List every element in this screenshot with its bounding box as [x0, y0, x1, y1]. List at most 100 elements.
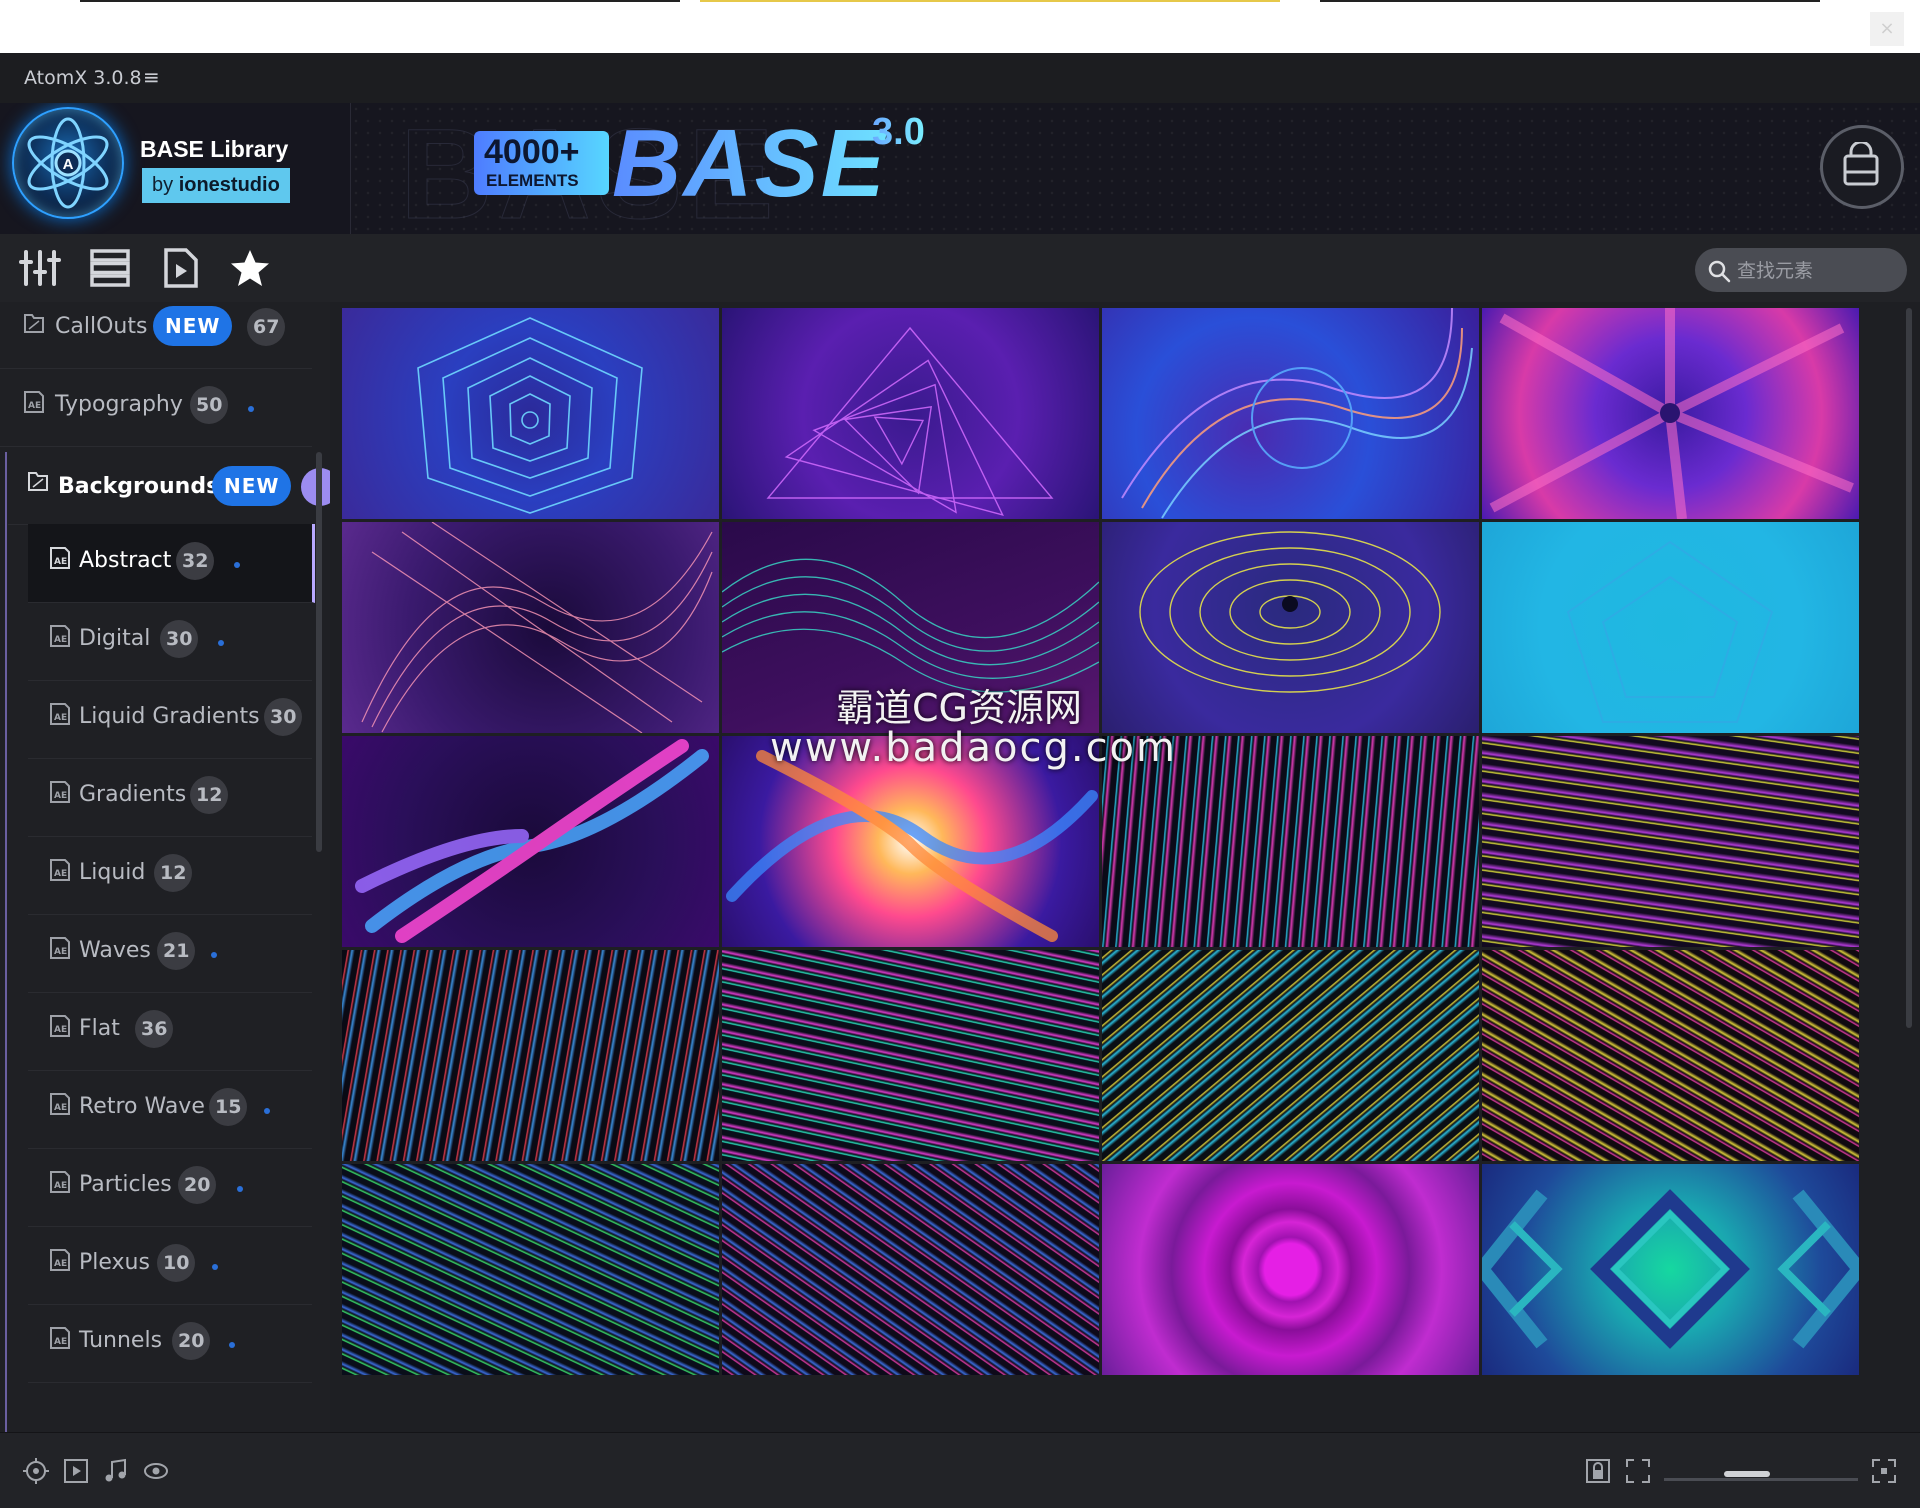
- atom-logo-icon: A: [12, 107, 124, 219]
- thumbnail-yellow-pink-streaks[interactable]: [1482, 736, 1859, 947]
- new-badge: NEW: [212, 466, 292, 506]
- status-dot: [212, 1264, 218, 1270]
- author-name: ionestudio: [178, 174, 280, 196]
- subcategory-label: Flat: [79, 1016, 120, 1041]
- subcategory-flat[interactable]: AE Flat 36: [28, 992, 312, 1071]
- thumbnail-yellow-eye-lines[interactable]: [1102, 522, 1479, 733]
- zoom-slider-thumb[interactable]: [1724, 1471, 1770, 1477]
- thumbnail-magenta-rings[interactable]: [1102, 1164, 1479, 1375]
- zoom-slider-track[interactable]: [1664, 1478, 1858, 1481]
- count-badge: 32: [176, 542, 215, 580]
- thumbnail-teal-pink-streaks-2[interactable]: [722, 950, 1099, 1161]
- folder-open-icon: [28, 472, 48, 491]
- category-callouts[interactable]: CallOuts NEW 67: [0, 302, 312, 369]
- window-close-button[interactable]: ×: [1870, 12, 1904, 46]
- thumbnail-cyan-pentagon-flat[interactable]: [1482, 522, 1859, 733]
- category-backgrounds[interactable]: Backgrounds NEW: [8, 446, 330, 525]
- elements-label: ELEMENTS: [486, 171, 579, 190]
- svg-text:AE: AE: [54, 635, 67, 645]
- fullscreen-icon[interactable]: [1870, 1457, 1898, 1485]
- hamburger-menu-icon[interactable]: ≡: [143, 65, 160, 89]
- svg-text:AE: AE: [54, 1259, 67, 1269]
- aim-icon[interactable]: [22, 1457, 50, 1485]
- base-logo-text: BASE: [612, 110, 887, 217]
- subcategory-label: Plexus: [79, 1250, 150, 1275]
- subcategory-particles[interactable]: AE Particles 20: [28, 1148, 312, 1227]
- play-file-icon[interactable]: [158, 248, 202, 288]
- star-icon[interactable]: [228, 248, 272, 288]
- thumbnail-blue-orange-swirl[interactable]: [1102, 308, 1479, 519]
- subcategory-waves[interactable]: AE Waves 21: [28, 914, 312, 993]
- subcategory-label: Retro Wave: [79, 1094, 205, 1119]
- grid-scrollbar[interactable]: [1906, 308, 1912, 1028]
- thumbnail-blue-hexagon-tunnel[interactable]: [342, 308, 719, 519]
- eye-icon[interactable]: [142, 1457, 170, 1485]
- count-badge: 15: [209, 1088, 248, 1126]
- thumbnail-grid: [342, 308, 1860, 1432]
- subcategory-plexus[interactable]: AE Plexus 10: [28, 1226, 312, 1305]
- banner-divider: [350, 103, 351, 234]
- thumbnail-yellow-teal-streaks[interactable]: [1102, 950, 1479, 1161]
- app-title: AtomX 3.0.8: [24, 67, 142, 89]
- thumbnail-pink-wireframe-twist[interactable]: [342, 522, 719, 733]
- expand-icon[interactable]: [1624, 1457, 1652, 1485]
- count-badge: 10: [157, 1244, 196, 1282]
- category-label: Typography: [55, 392, 183, 417]
- svg-text:AE: AE: [54, 869, 67, 879]
- sliders-icon[interactable]: [18, 248, 62, 288]
- count-badge: 30: [160, 620, 199, 658]
- subcategory-digital[interactable]: AE Digital 30: [28, 602, 312, 681]
- sidebar-scrollbar[interactable]: [316, 452, 322, 852]
- count-badge: 50: [190, 386, 229, 424]
- svg-text:AE: AE: [54, 791, 67, 801]
- subcategory-label: Liquid Gradients: [79, 704, 260, 729]
- ae-file-icon: AE: [50, 1249, 70, 1271]
- status-dot: [264, 1108, 270, 1114]
- subcategory-abstract[interactable]: AE Abstract 32: [28, 524, 315, 603]
- svg-text:AE: AE: [54, 557, 67, 567]
- category-sidebar: CallOuts NEW 67 AE Typography 50 Backgro…: [0, 302, 330, 1432]
- thumbnail-green-blue-streaks[interactable]: [342, 1164, 719, 1375]
- elements-count-box: 4000+ ELEMENTS: [474, 131, 609, 195]
- thumbnail-pink-blue-swirl[interactable]: [342, 736, 719, 947]
- ae-file-icon: AE: [50, 781, 70, 803]
- elements-count: 4000+: [484, 133, 580, 171]
- subcategory-label: Liquid: [79, 860, 146, 885]
- count-badge: 67: [247, 308, 286, 346]
- base-version: 3.0: [872, 111, 925, 153]
- shop-bag-button[interactable]: [1820, 125, 1904, 209]
- subcategory-retro-wave[interactable]: AE Retro Wave 15: [28, 1070, 312, 1149]
- search-input[interactable]: [1735, 256, 1899, 286]
- atomx-panel: AtomX 3.0.8 ≡ A BASE Library by ionestud…: [0, 53, 1920, 1508]
- subcategory-label: Gradients: [79, 782, 187, 807]
- count-badge: 20: [178, 1166, 217, 1204]
- ae-file-icon: AE: [50, 1327, 70, 1349]
- video-icon[interactable]: [62, 1457, 90, 1485]
- subcategory-liquid-gradients[interactable]: AE Liquid Gradients 30: [28, 680, 312, 759]
- category-label: CallOuts: [55, 314, 148, 339]
- by-prefix: by: [152, 174, 174, 196]
- subcategory-gradients[interactable]: AE Gradients 12: [28, 758, 312, 837]
- count-badge: 12: [190, 776, 229, 814]
- svg-text:AE: AE: [54, 1103, 67, 1113]
- thumbnail-pink-purple-starburst[interactable]: [1482, 308, 1859, 519]
- category-typography[interactable]: AE Typography 50: [0, 368, 312, 447]
- music-icon[interactable]: [102, 1457, 130, 1485]
- status-dot: [248, 406, 254, 412]
- library-author-tag: by ionestudio: [142, 168, 290, 203]
- thumbnail-red-blue-streaks[interactable]: [342, 950, 719, 1161]
- list-icon[interactable]: [88, 248, 132, 288]
- search-icon: [1708, 260, 1731, 283]
- thumbnail-pink-yellow-streaks[interactable]: [1482, 950, 1859, 1161]
- svg-text:AE: AE: [54, 947, 67, 957]
- status-dot: [211, 952, 217, 958]
- ae-file-icon: AE: [50, 937, 70, 959]
- thumbnail-pink-blue-streaks[interactable]: [722, 1164, 1099, 1375]
- thumbnail-purple-triangle-spiral[interactable]: [722, 308, 1099, 519]
- thumbnail-teal-diamond-chevrons[interactable]: [1482, 1164, 1859, 1375]
- status-dot: [229, 1342, 235, 1348]
- subcategory-liquid[interactable]: AE Liquid 12: [28, 836, 312, 915]
- subcategory-tunnels[interactable]: AE Tunnels 20: [28, 1304, 312, 1383]
- lock-icon[interactable]: [1584, 1457, 1612, 1485]
- svg-text:AE: AE: [28, 401, 41, 411]
